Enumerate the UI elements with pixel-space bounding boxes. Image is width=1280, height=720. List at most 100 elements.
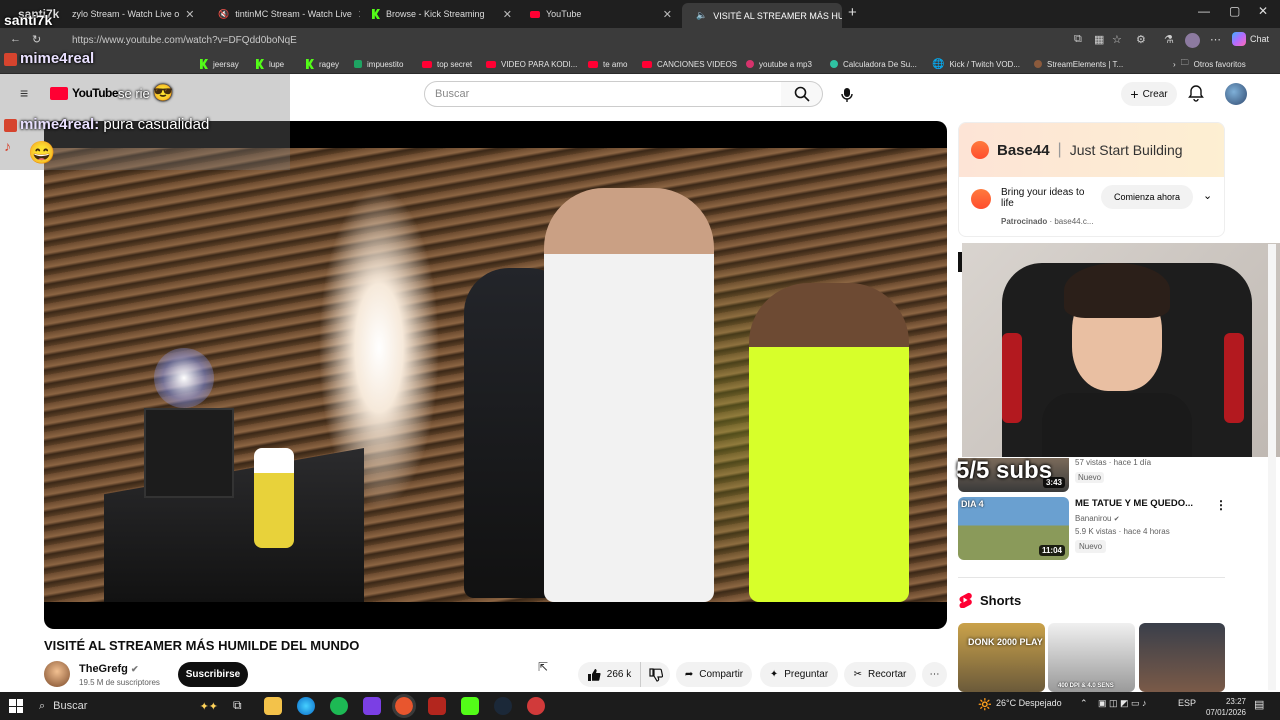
bookmark-7[interactable]: CANCIONES VIDEOS <box>642 56 737 72</box>
apps-icon[interactable]: ▦ <box>1094 33 1104 46</box>
close-window-button[interactable]: ✕ <box>1258 4 1268 18</box>
video-player[interactable] <box>44 121 947 629</box>
verified-icon: ✔ <box>1113 516 1120 523</box>
spotify-icon[interactable] <box>330 697 348 715</box>
ad-text: Bring your ideas to life <box>1001 187 1085 209</box>
bookmark-9[interactable]: Calculadora De Su... <box>830 56 917 72</box>
chevron-up-icon[interactable]: ⌃ <box>1080 698 1088 709</box>
language-indicator[interactable]: ESP <box>1178 698 1196 708</box>
task-view-icon[interactable]: ⧉ <box>233 698 242 713</box>
file-explorer-icon[interactable] <box>264 697 282 715</box>
tray-icons[interactable]: ▣ ◫ ◩ ▭ ♪ <box>1098 698 1147 709</box>
back-icon[interactable]: ← <box>10 33 21 45</box>
tab-zylo[interactable]: zylo Stream - Watch Live o ✕ <box>64 4 198 24</box>
dislike-button[interactable] <box>640 662 670 687</box>
search-button[interactable] <box>781 81 823 107</box>
recommendation-thumbnail[interactable]: DIA 4 11:04 <box>958 497 1069 560</box>
speaker-icon[interactable]: 🔈 <box>696 10 707 21</box>
short-thumbnail-2[interactable] <box>1139 623 1225 692</box>
close-icon[interactable]: ✕ <box>185 8 194 21</box>
edge-icon[interactable] <box>297 697 315 715</box>
weather-widget[interactable]: 26°C Despejado <box>996 698 1062 708</box>
base44-logo-icon <box>971 189 991 209</box>
youtube-icon <box>642 60 652 68</box>
hamburger-menu-icon[interactable]: ≡ <box>20 85 28 101</box>
bookmark-5[interactable]: VIDEO PARA KODI... <box>486 56 577 72</box>
reload-icon[interactable]: ↻ <box>32 33 41 46</box>
short-thumbnail-1[interactable]: 400 DPI & 4.0 SENS <box>1048 623 1135 692</box>
create-button[interactable]: + Crear <box>1121 82 1177 106</box>
bookmark-1[interactable]: lupe <box>256 56 284 72</box>
bookmark-11[interactable]: StreamElements | T... <box>1034 56 1123 72</box>
copilot-chat-button[interactable]: Chat <box>1232 32 1269 46</box>
sponsored-ad-card[interactable]: Base44 | Just Start Building Bring your … <box>958 122 1225 237</box>
subscribe-button[interactable]: Suscribirse <box>178 662 248 687</box>
bookmark-4[interactable]: top secret <box>422 56 472 72</box>
menu-icon[interactable]: ⋯ <box>1210 33 1221 46</box>
bookmark-0[interactable]: jeersay <box>200 56 239 72</box>
person-white-shirt <box>544 188 714 602</box>
profile-avatar[interactable] <box>1185 33 1200 48</box>
minimize-button[interactable]: — <box>1198 4 1210 18</box>
active-app-icon[interactable] <box>392 694 416 718</box>
clip-button[interactable]: ✂ Recortar <box>844 662 916 687</box>
share-button[interactable]: ➦ Compartir <box>676 662 752 687</box>
ad-cta-button[interactable]: Comienza ahora <box>1101 185 1193 209</box>
ubisoft-icon[interactable] <box>428 697 446 715</box>
plus-icon: + <box>1130 86 1139 102</box>
divider <box>958 577 1225 578</box>
notifications-button[interactable] <box>1187 84 1207 104</box>
account-avatar[interactable] <box>1225 83 1247 105</box>
bookmark-10[interactable]: 🌐 Kick / Twitch VOD... <box>932 56 1020 72</box>
chevron-down-icon[interactable]: ⌄ <box>1203 189 1212 202</box>
close-icon[interactable]: ✕ <box>358 8 360 21</box>
bell-icon <box>1188 85 1204 102</box>
tab-tintinmc[interactable]: 🔇tintinMC Stream - Watch Live✕ <box>204 4 360 24</box>
extensions-icon[interactable]: ⚙ <box>1136 33 1146 46</box>
tab-youtube[interactable]: YouTube ✕ <box>522 4 680 24</box>
chair-accent <box>1224 333 1244 423</box>
page-scrollbar[interactable] <box>1268 244 1276 690</box>
steam-icon[interactable] <box>494 697 512 715</box>
close-icon[interactable]: ✕ <box>663 8 672 21</box>
new-badge: Nuevo <box>1075 540 1107 553</box>
channel-avatar[interactable] <box>44 661 70 687</box>
like-button[interactable]: 266 k <box>578 662 640 687</box>
close-icon[interactable]: ✕ <box>503 8 512 21</box>
ad-banner[interactable]: Base44 | Just Start Building <box>959 123 1224 177</box>
tab-browse-kick[interactable]: Browse - Kick Streaming ✕ <box>364 4 520 24</box>
taskbar-search[interactable]: ⌕ Buscar ✦✦ <box>33 696 218 716</box>
star-icon[interactable]: ☆ <box>1112 33 1122 46</box>
more-actions-button[interactable]: ⋯ <box>922 662 947 687</box>
new-tab-button[interactable]: + <box>848 4 857 21</box>
bookmark-2[interactable]: ragey <box>306 56 339 72</box>
profile-sync-icon[interactable]: ⚗ <box>1164 33 1174 46</box>
bookmark-3[interactable]: impuestito <box>354 56 403 72</box>
recommendation-title[interactable]: ME TATUE Y ME QUEDO... <box>1075 498 1215 509</box>
more-vert-icon[interactable]: ⋮ <box>1215 498 1227 512</box>
short-thumbnail-0[interactable]: DONK 2000 PLAY <box>958 623 1045 692</box>
other-bookmarks[interactable]: › 🗀 Otros favoritos <box>1173 56 1246 72</box>
clock[interactable]: 23:27 07/01/2026 <box>1200 696 1246 718</box>
notification-center-icon[interactable]: ▤ <box>1254 698 1264 711</box>
translate-icon[interactable]: ⧉ <box>1074 33 1082 46</box>
bookmark-6[interactable]: te amo <box>588 56 627 72</box>
recommendation-channel[interactable]: Bananirou ✔ <box>1075 514 1120 523</box>
kick-app-icon[interactable] <box>461 697 479 715</box>
channel-name[interactable]: TheGrefg ✔ <box>79 663 139 675</box>
music-icon <box>746 60 754 68</box>
voice-search-button[interactable] <box>835 83 859 107</box>
calculator-icon <box>830 60 838 68</box>
bookmark-8[interactable]: youtube a mp3 <box>746 56 812 72</box>
app-c-icon[interactable] <box>363 697 381 715</box>
mute-icon[interactable]: 🔇 <box>218 9 229 20</box>
app-red-icon[interactable] <box>527 697 545 715</box>
maximize-button[interactable]: ▢ <box>1229 4 1240 18</box>
more-icon: ⋯ <box>929 669 940 680</box>
ask-button[interactable]: ✦ Preguntar <box>760 662 838 687</box>
youtube-logo[interactable]: ≡ YouTube <box>20 85 119 101</box>
search-input[interactable]: Buscar <box>424 81 782 107</box>
weather-icon: 🔆 <box>978 699 992 711</box>
tab-video-active[interactable]: 🔈VISITÉ AL STREAMER MÁS HU✕ <box>682 3 842 28</box>
windows-start-icon[interactable] <box>9 699 23 713</box>
